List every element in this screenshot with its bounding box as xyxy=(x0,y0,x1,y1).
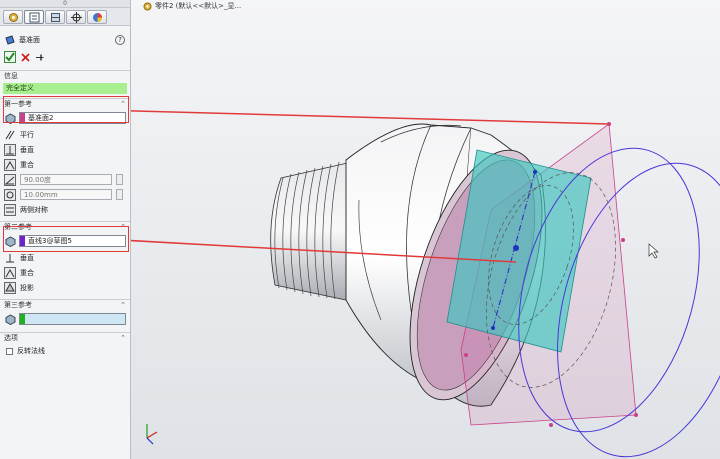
angle-row: 90.00度 xyxy=(0,172,130,187)
sketch-point[interactable] xyxy=(491,326,495,330)
projection-option[interactable]: 投影 xyxy=(0,280,130,295)
sketch-point[interactable] xyxy=(533,170,537,174)
panel-tabs xyxy=(0,8,130,26)
perpendicular-icon xyxy=(4,143,16,156)
reference-plane-icon xyxy=(5,35,15,45)
distance-input[interactable]: 10.00mm xyxy=(20,189,112,200)
coincident-option[interactable]: 重合 xyxy=(0,157,130,172)
third-reference-label: 第三参考 xyxy=(4,301,32,309)
first-reference-highlight xyxy=(3,96,129,123)
pin-button[interactable] xyxy=(35,53,44,62)
symmetric-option[interactable]: 两侧对称 xyxy=(0,202,130,217)
action-buttons xyxy=(0,48,130,66)
second-reference-highlight xyxy=(3,226,129,252)
flip-normal-checkbox[interactable] xyxy=(6,347,13,355)
color-wheel-icon xyxy=(92,12,102,22)
perpendicular-label: 垂直 xyxy=(20,145,34,154)
plane-handle[interactable] xyxy=(634,413,638,417)
symmetric-icon xyxy=(4,203,16,216)
plane-handle[interactable] xyxy=(621,238,625,242)
second-coincident-label: 重合 xyxy=(20,268,34,277)
chevron-up-icon: ⌃ xyxy=(120,301,126,309)
coincident-icon xyxy=(4,266,16,279)
property-list-icon xyxy=(29,12,39,22)
panel-collapse-marker[interactable]: 0 xyxy=(0,0,130,8)
configuration-icon xyxy=(50,12,60,22)
angle-input[interactable]: 90.00度 xyxy=(20,174,112,185)
breadcrumb-text: 零件2 (默认<<默认>_显... xyxy=(155,2,242,10)
cancel-button[interactable] xyxy=(21,52,30,62)
parallel-option[interactable]: 平行 xyxy=(0,127,130,142)
feature-manager-tab[interactable] xyxy=(3,10,23,24)
projection-label: 投影 xyxy=(20,283,34,292)
second-perpendicular-label: 垂直 xyxy=(20,253,34,262)
offset-distance-icon[interactable] xyxy=(4,188,16,201)
check-icon xyxy=(5,52,15,62)
projection-icon xyxy=(4,281,16,294)
flip-normal-label: 反转法线 xyxy=(17,347,45,355)
coordinate-triad xyxy=(146,424,158,445)
graphics-viewport[interactable]: 零件2 (默认<<默认>_显... xyxy=(131,0,720,459)
plane-handle[interactable] xyxy=(464,353,468,357)
third-reference-swatch xyxy=(20,314,25,324)
distance-row: 10.00mm xyxy=(0,187,130,202)
flip-normal-option[interactable]: 反转法线 xyxy=(0,343,130,359)
mouse-cursor xyxy=(648,243,659,259)
selection-cube-icon xyxy=(4,313,16,325)
perpendicular-option[interactable]: 垂直 xyxy=(0,142,130,157)
coincident-icon xyxy=(4,158,16,171)
center-point[interactable] xyxy=(513,245,519,251)
second-perpendicular-option[interactable]: 垂直 xyxy=(0,250,130,265)
panel-header: 基准面 ? xyxy=(0,32,130,48)
part-icon xyxy=(143,2,152,10)
model-scene[interactable] xyxy=(131,0,720,459)
parallel-icon xyxy=(5,130,15,139)
help-button[interactable]: ? xyxy=(115,35,125,45)
breadcrumb[interactable]: 零件2 (默认<<默认>_显... xyxy=(143,1,241,11)
angle-icon[interactable] xyxy=(4,173,16,186)
message-section-header[interactable]: 信息 xyxy=(0,70,130,81)
second-coincident-option[interactable]: 重合 xyxy=(0,265,130,280)
parallel-label: 平行 xyxy=(20,130,34,139)
property-manager-tab[interactable] xyxy=(24,10,44,24)
chevron-up-icon: ⌃ xyxy=(120,334,126,342)
perpendicular-icon xyxy=(6,253,14,262)
third-reference-row xyxy=(0,310,130,328)
crosshair-icon xyxy=(70,11,82,23)
ok-button[interactable] xyxy=(4,51,16,63)
distance-spinner[interactable] xyxy=(116,189,123,200)
status-message: 完全定义 xyxy=(3,83,127,94)
plane-handle[interactable] xyxy=(549,423,553,427)
angle-spinner[interactable] xyxy=(116,174,123,185)
symmetric-label: 两侧对称 xyxy=(20,205,48,214)
third-reference-header[interactable]: 第三参考 ⌃ xyxy=(0,299,130,310)
panel-title: 基准面 xyxy=(19,36,40,44)
third-reference-input[interactable] xyxy=(19,313,126,325)
feature-tree-icon xyxy=(8,12,18,22)
options-section-header[interactable]: 选项 ⌃ xyxy=(0,332,130,343)
configuration-tab[interactable] xyxy=(45,10,65,24)
property-manager-panel: 0 基准面 ? 信息 完全定义 第一参考 ⌃ 基准面2 平行 垂直 重合 90.… xyxy=(0,0,131,459)
coincident-label: 重合 xyxy=(20,160,34,169)
options-section-label: 选项 xyxy=(4,334,18,342)
dimxpert-tab[interactable] xyxy=(66,10,86,24)
display-manager-tab[interactable] xyxy=(87,10,107,24)
message-section-label: 信息 xyxy=(4,72,18,80)
